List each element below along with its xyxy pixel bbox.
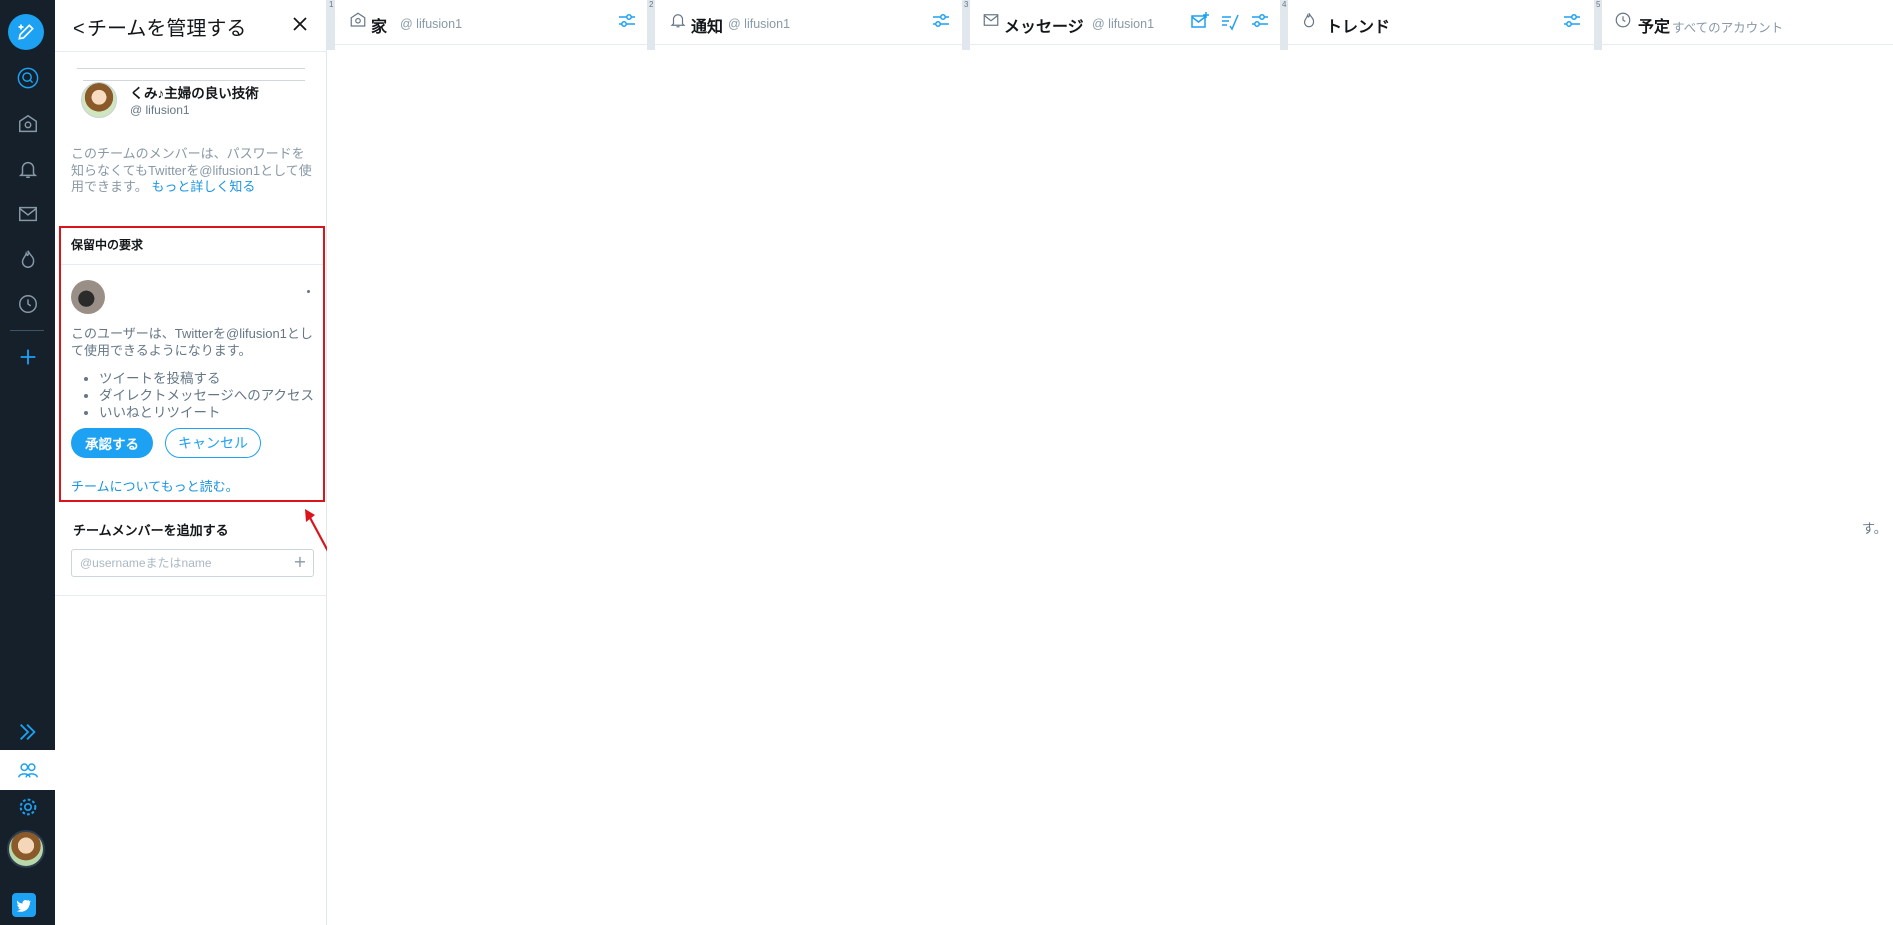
expand-nav-button[interactable]: [0, 712, 55, 752]
bell-icon: [670, 14, 686, 28]
drawer-title: < チームを管理する: [73, 18, 247, 41]
add-member-title: チームメンバーを追加する: [73, 523, 229, 538]
account-avatar[interactable]: [7, 830, 45, 868]
column-settings-icon[interactable]: [931, 11, 951, 31]
request-description: このユーザーは、Twitterを@lifusion1として使用できるようになりま…: [71, 326, 313, 358]
truncated-text: す。: [1862, 521, 1887, 536]
column-title: 通知: [691, 19, 724, 36]
bell-icon: [18, 161, 37, 178]
flame-icon: [21, 250, 34, 268]
permission-item: いいねとリツイート: [99, 404, 319, 421]
requester-dot: [307, 290, 310, 293]
column-subtitle: すべてのアカウント: [1672, 21, 1784, 35]
add-member-field: +: [71, 549, 314, 577]
pending-divider: [61, 264, 323, 265]
nav-settings-button[interactable]: [0, 787, 55, 827]
mail-icon: [983, 14, 999, 26]
permission-list: ツイートを投稿する ダイレクトメッセージへのアクセス いいねとリツイート: [89, 370, 319, 421]
column-header-trends[interactable]: 4 トレンド: [1282, 0, 1594, 45]
nav-trends-button[interactable]: [0, 239, 55, 279]
requester-avatar: [71, 280, 105, 314]
twitter-logo-icon: [12, 893, 36, 917]
column-header-messages[interactable]: 3 メッセージ @ lifusion1: [964, 0, 1280, 45]
columns-area: 1 家 @ lifusion1 2 通知 @ lifusion1 3 メッセージ…: [327, 0, 1893, 925]
column-subtitle: @ lifusion1: [728, 17, 791, 31]
column-settings-icon[interactable]: [1562, 11, 1582, 31]
cancel-button[interactable]: キャンセル: [165, 428, 261, 458]
column-number: 5: [1596, 0, 1601, 9]
column-title: 予定: [1638, 19, 1671, 36]
pending-requests-title: 保留中の要求: [71, 238, 144, 252]
pending-requests-section: 保留中の要求 このユーザーは、Twitterを@lifusion1として使用でき…: [59, 226, 325, 502]
nav-divider: [10, 330, 44, 331]
compose-tweet-button[interactable]: [8, 14, 44, 50]
column-title: 家: [371, 19, 388, 36]
back-icon[interactable]: <: [73, 18, 87, 41]
tweetdeck-app: < チームを管理する くみ♪主婦の良い技術 @ lifusion1 このチームのメ…: [0, 0, 1893, 925]
gear-icon: [19, 798, 36, 816]
nav-messages-button[interactable]: [0, 194, 55, 234]
column-subtitle: @ lifusion1: [1092, 17, 1155, 31]
team-drawer: < チームを管理する くみ♪主婦の良い技術 @ lifusion1 このチームのメ…: [55, 0, 327, 925]
column-number: 2: [649, 0, 654, 9]
compose-icon: [18, 24, 34, 40]
permission-item: ツイートを投稿する: [99, 370, 319, 387]
column-settings-icon[interactable]: [1250, 11, 1270, 31]
clock-icon: [1615, 12, 1631, 28]
column-number: 3: [964, 0, 969, 9]
mail-icon: [18, 206, 37, 222]
column-header-home[interactable]: 1 家 @ lifusion1: [329, 0, 647, 45]
new-message-icon[interactable]: [1190, 11, 1210, 31]
learn-more-link[interactable]: もっと詳しく知る: [151, 179, 255, 194]
left-nav: [0, 0, 55, 925]
read-more-team-link[interactable]: チームについてもっと読む。: [71, 476, 239, 495]
double-chevron-right-icon: [19, 724, 36, 740]
mark-read-icon[interactable]: [1220, 11, 1240, 31]
column-header-notifications[interactable]: 2 通知 @ lifusion1: [649, 0, 962, 45]
search-icon: [17, 67, 38, 89]
team-account-handle: @ lifusion1: [130, 103, 190, 117]
add-member-input[interactable]: [73, 551, 283, 575]
plus-icon: [20, 349, 35, 365]
home-icon: [18, 114, 37, 133]
home-icon: [350, 12, 366, 27]
add-column-button[interactable]: [0, 337, 55, 377]
account-divider-2: [83, 80, 305, 81]
column-number: 4: [1282, 0, 1287, 9]
permission-item: ダイレクトメッセージへのアクセス: [99, 387, 319, 404]
nav-team-button[interactable]: [0, 750, 55, 790]
team-icon: [17, 763, 38, 778]
nav-scheduled-button[interactable]: [0, 284, 55, 324]
column-title: メッセージ: [1004, 19, 1084, 36]
drawer-header: < チームを管理する: [55, 0, 327, 52]
team-account-name: くみ♪主婦の良い技術: [130, 86, 259, 101]
column-title: トレンド: [1326, 19, 1391, 36]
nav-notifications-button[interactable]: [0, 149, 55, 189]
account-divider: [77, 68, 305, 69]
approve-button[interactable]: 承認する: [71, 428, 153, 458]
clock-icon: [18, 295, 37, 313]
column-subtitle: @ lifusion1: [400, 17, 463, 31]
flame-icon: [1303, 12, 1315, 28]
nav-search-button[interactable]: [0, 58, 55, 98]
column-number: 1: [329, 0, 334, 9]
close-icon[interactable]: [290, 14, 310, 34]
team-account-avatar: [81, 82, 117, 118]
drawer-divider: [55, 595, 327, 596]
nav-home-button[interactable]: [0, 104, 55, 144]
team-description: このチームのメンバーは、パスワードを知らなくてもTwitterを@lifusio…: [71, 146, 316, 196]
column-header-scheduled[interactable]: 5 予定 すべてのアカウント: [1596, 0, 1893, 45]
column-settings-icon[interactable]: [617, 11, 637, 31]
